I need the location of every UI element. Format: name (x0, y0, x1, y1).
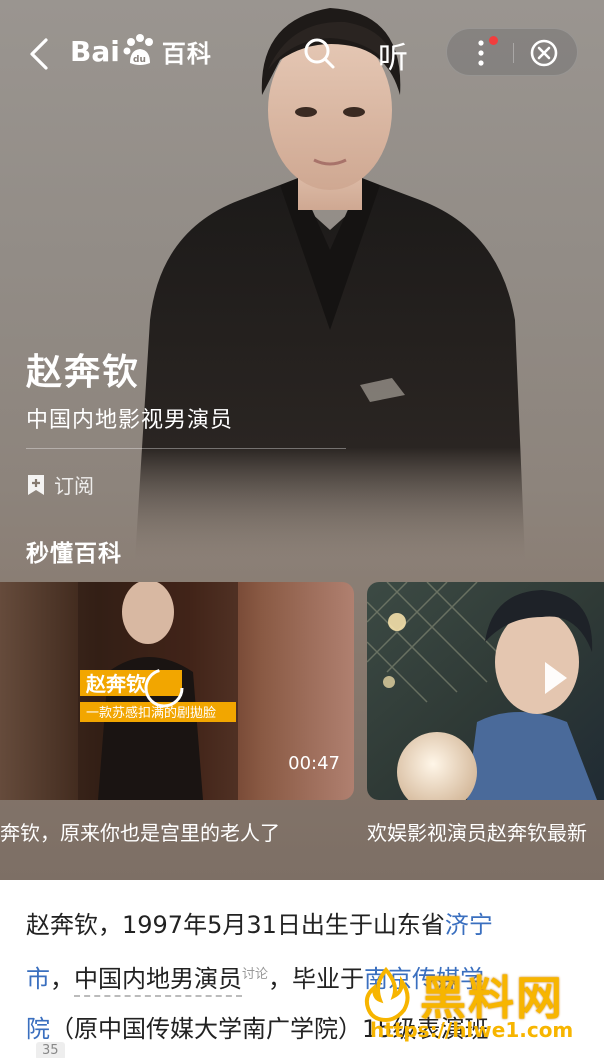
link-college[interactable]: 院 (26, 1015, 50, 1043)
article-text: （原中国传媒大学南广学院）15级表演班 (50, 1015, 489, 1043)
notification-dot (489, 36, 498, 45)
link-jining[interactable]: 济宁 (445, 911, 493, 939)
discussion-tag[interactable]: 讨论 (242, 967, 268, 982)
back-arrow-icon[interactable] (26, 36, 56, 72)
subscribe-button[interactable]: 订阅 (26, 470, 94, 499)
footnote-badge[interactable]: 35 (36, 1042, 65, 1058)
video-caption[interactable]: 欢娱影视演员赵奔钦最新 (367, 817, 604, 846)
section-title: 秒懂百科 (26, 541, 122, 567)
listen-button[interactable]: 听 (378, 33, 408, 77)
overlay-tagline: 一款苏感扣满的剧拋脸 (86, 705, 216, 721)
baidu-baike-logo[interactable]: Bai du 百科 (70, 28, 212, 74)
article-text: 赵奔钦，1997年5月31日出生于山东省 (26, 911, 445, 939)
video-card[interactable] (367, 582, 604, 800)
svg-text:du: du (133, 55, 146, 65)
video-caption[interactable]: 奔钦，原来你也是宫里的老人了 (0, 817, 340, 846)
mini-program-capsule (446, 28, 578, 76)
hero-divider (26, 448, 346, 449)
logo-text: Bai (70, 34, 120, 68)
bookmark-plus-icon (28, 474, 44, 495)
top-bar: Bai du 百科 听 (0, 0, 604, 100)
discussion-term[interactable]: 中国内地男演员 (74, 965, 242, 997)
link-nanjing-media[interactable]: 南京传媒学 (364, 965, 484, 993)
close-icon[interactable] (529, 38, 559, 68)
article-text: ， (50, 965, 74, 993)
capsule-divider (513, 43, 514, 63)
overlay-name: 赵奔钦 (85, 672, 146, 696)
person-name: 赵奔钦 (26, 352, 141, 393)
link-city[interactable]: 市 (26, 965, 50, 993)
logo-suffix: 百科 (161, 39, 212, 68)
person-description: 中国内地影视男演员 (26, 408, 234, 433)
more-dots-icon[interactable] (473, 37, 489, 69)
search-icon[interactable] (302, 36, 336, 70)
video-duration: 00:47 (288, 753, 340, 774)
video-thumbnail (367, 582, 604, 800)
video-card[interactable]: 赵奔钦 一款苏感扣满的剧拋脸 00:47 (0, 582, 354, 800)
paw-logo-icon: du (123, 34, 153, 65)
subscribe-label: 订阅 (54, 474, 94, 498)
article-summary: 赵奔钦，1997年5月31日出生于山东省济宁 市，中国内地男演员讨论，毕业于南京… (0, 880, 604, 1058)
article-text: ，毕业于 (268, 965, 365, 993)
